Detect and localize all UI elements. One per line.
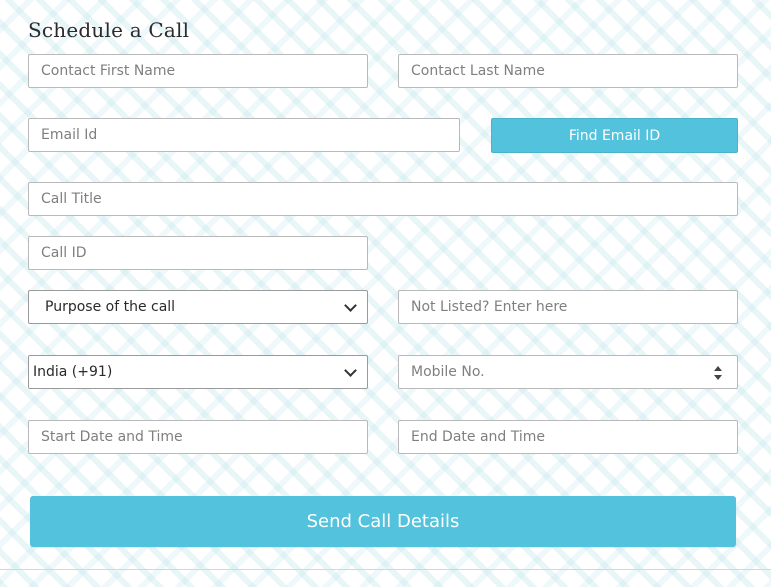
purpose-select[interactable]: Purpose of the call [28,290,368,324]
call-title-input[interactable]: Call Title [28,182,738,216]
end-datetime-placeholder: End Date and Time [411,429,546,445]
send-call-details-button[interactable]: Send Call Details [30,496,736,547]
email-input[interactable]: Email Id [28,118,460,152]
call-id-placeholder: Call ID [41,245,87,261]
mobile-number-input[interactable]: Mobile No. [398,355,738,389]
bottom-divider [0,569,771,570]
contact-last-name-placeholder: Contact Last Name [411,63,545,79]
call-title-placeholder: Call Title [41,191,102,207]
chevron-down-icon [344,298,357,312]
mobile-placeholder: Mobile No. [411,364,485,380]
contact-last-name-input[interactable]: Contact Last Name [398,54,738,88]
contact-first-name-input[interactable]: Contact First Name [28,54,368,88]
chevron-down-icon [344,363,357,377]
email-placeholder: Email Id [41,127,98,143]
find-email-button[interactable]: Find Email ID [491,118,738,153]
call-id-input[interactable]: Call ID [28,236,368,270]
end-datetime-input[interactable]: End Date and Time [398,420,738,454]
not-listed-placeholder: Not Listed? Enter here [411,299,568,315]
contact-first-name-placeholder: Contact First Name [41,63,176,79]
page-title: Schedule a Call [28,18,190,42]
purpose-selected-value: Purpose of the call [45,299,176,315]
start-datetime-input[interactable]: Start Date and Time [28,420,368,454]
number-spinner-icon[interactable] [713,365,723,381]
not-listed-input[interactable]: Not Listed? Enter here [398,290,738,324]
country-selected-value: India (+91) [33,364,113,380]
start-datetime-placeholder: Start Date and Time [41,429,183,445]
country-code-select[interactable]: India (+91) [28,355,368,389]
